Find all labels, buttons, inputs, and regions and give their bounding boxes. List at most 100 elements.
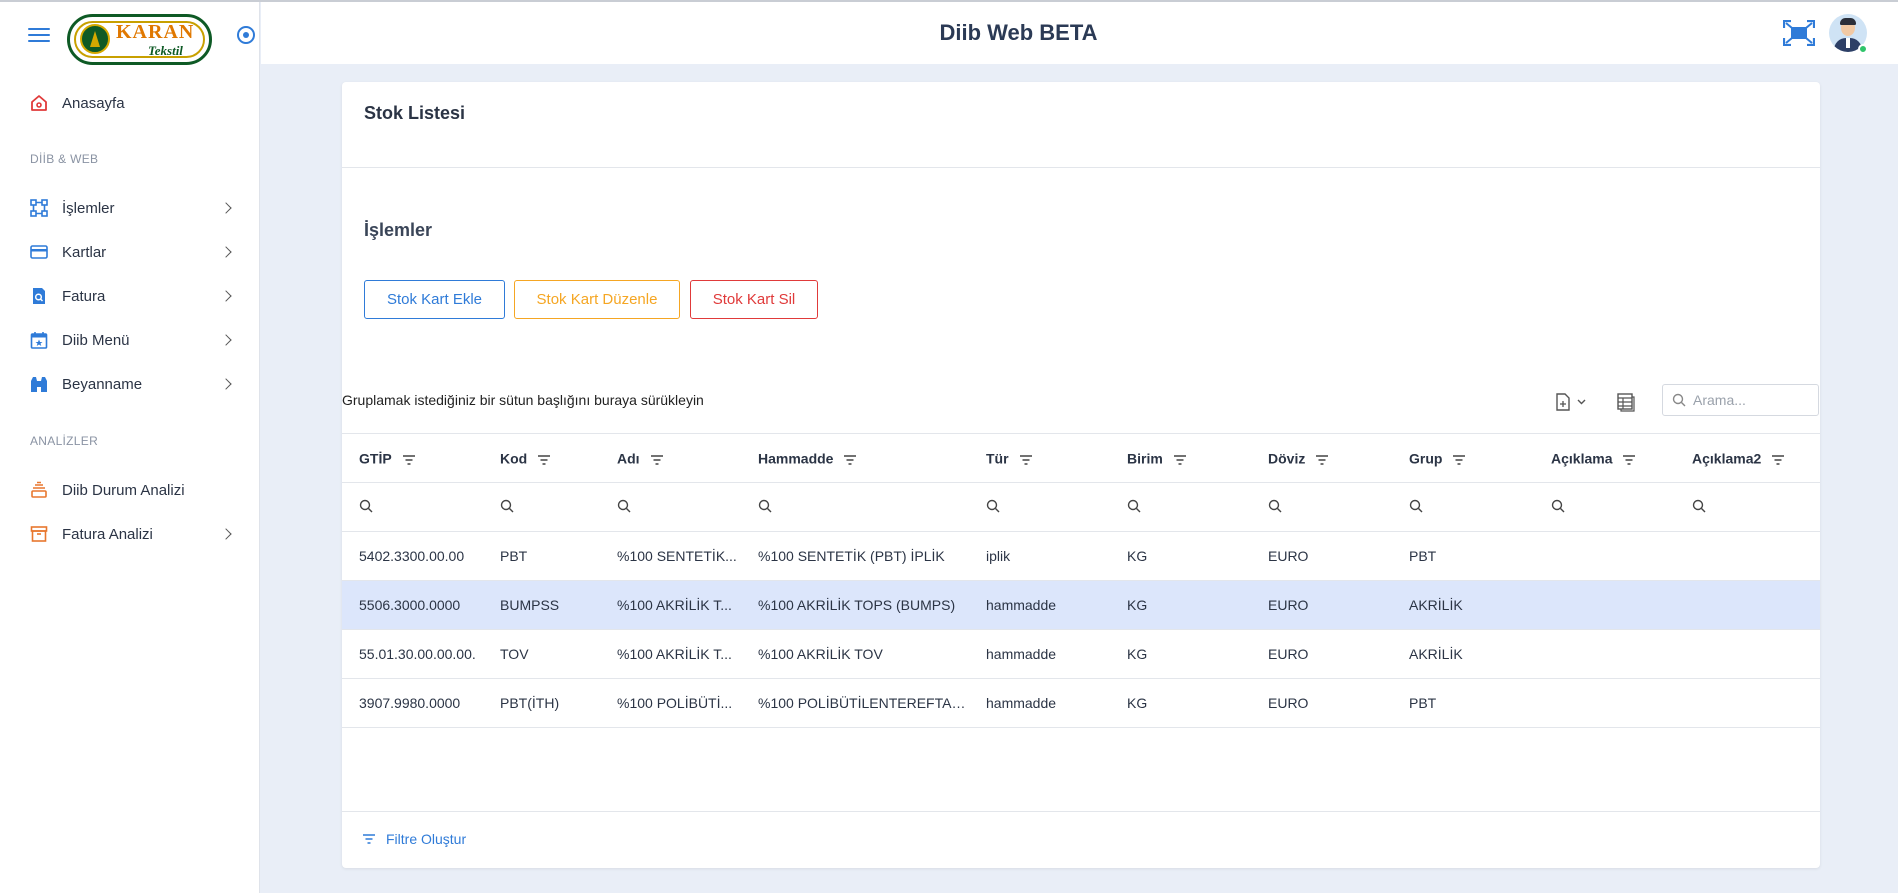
- column-header-label: Grup: [1409, 450, 1443, 467]
- online-status-dot: [1858, 44, 1868, 54]
- filter-builder-link[interactable]: Filtre Oluştur: [362, 831, 466, 847]
- table-cell: %100 AKRİLİK T...: [600, 580, 741, 630]
- table-row[interactable]: 55.01.30.00.00.00. TOV %100 AKRİLİK T... %1…: [342, 629, 1820, 679]
- add-stock-card-button[interactable]: Stok Kart Ekle: [364, 280, 505, 319]
- column-header[interactable]: Tür: [969, 433, 1110, 483]
- column-header[interactable]: Açıklama: [1534, 433, 1675, 483]
- column-search-cell[interactable]: [342, 482, 483, 532]
- column-filter-icon[interactable]: [402, 453, 416, 465]
- table-cell: PBT: [1392, 678, 1534, 728]
- invoice-search-icon: [33, 288, 45, 304]
- table-row[interactable]: 3907.9980.0000 PBT(İTH) %100 POLİBÜTİ... %1…: [342, 678, 1820, 728]
- search-input[interactable]: [1693, 390, 1813, 410]
- search-icon: [986, 499, 1000, 516]
- column-filter-icon[interactable]: [650, 453, 664, 465]
- column-header-label: GTİP: [359, 450, 392, 467]
- table-cell: %100 POLİBÜTİ...: [600, 678, 741, 728]
- chevron-right-icon: [220, 202, 232, 214]
- column-header-label: Hammadde: [758, 450, 834, 467]
- column-filter-icon[interactable]: [1452, 453, 1466, 465]
- table-row[interactable]: 5506.3000.0000 BUMPSS %100 AKRİLİK T... %10…: [342, 580, 1820, 630]
- column-search-cell[interactable]: [1675, 482, 1820, 532]
- header-row: GTİP Kod Adı Hammadde Tür Birim Döviz Grup Açıkl…: [342, 433, 1820, 483]
- search-box: [1662, 384, 1819, 416]
- sidebar-item-beyanname[interactable]: Beyanname: [0, 364, 259, 404]
- chevron-right-icon: [220, 246, 232, 258]
- column-search-cell[interactable]: [1251, 482, 1392, 532]
- sidebar-item-diib-durum-analizi[interactable]: Diib Durum Analizi: [0, 470, 259, 510]
- column-filter-icon[interactable]: [1771, 453, 1785, 465]
- sidebar-item-fatura[interactable]: Fatura: [0, 276, 259, 316]
- fullscreen-icon[interactable]: [1783, 20, 1815, 46]
- sidebar-section-analizler: ANALİZLER: [30, 434, 99, 448]
- home-icon: [31, 95, 47, 111]
- column-search-cell[interactable]: [969, 482, 1110, 532]
- table-cell: BUMPSS: [483, 580, 600, 630]
- column-header[interactable]: Kod: [483, 433, 600, 483]
- actions-section-title: İşlemler: [364, 220, 433, 240]
- sidebar-header: KARAN Tekstil: [0, 2, 259, 74]
- stock-table: GTİP Kod Adı Hammadde Tür Birim Döviz Grup Açıkl…: [342, 433, 1820, 728]
- column-header[interactable]: Döviz: [1251, 433, 1392, 483]
- sidebar-item-anasayfa[interactable]: Anasayfa: [0, 83, 259, 123]
- export-icon[interactable]: [1554, 391, 1590, 413]
- delete-stock-card-button[interactable]: Stok Kart Sil: [690, 280, 818, 319]
- column-filter-icon[interactable]: [1019, 453, 1033, 465]
- footer-divider: [342, 811, 1820, 812]
- column-filter-icon[interactable]: [1622, 453, 1636, 465]
- column-header-label: Açıklama2: [1692, 450, 1762, 467]
- app-title: Diib Web BETA: [939, 20, 1098, 45]
- sidebar-item-label: Diib Menü: [62, 331, 130, 349]
- logo-title: KARAN: [116, 21, 195, 43]
- column-search-cell[interactable]: [483, 482, 600, 532]
- column-header[interactable]: Birim: [1110, 433, 1251, 483]
- sidebar-pin-icon[interactable]: [237, 26, 255, 44]
- sidebar-item-label: Diib Durum Analizi: [62, 481, 185, 499]
- column-header[interactable]: Grup: [1392, 433, 1534, 483]
- sidebar-item-label: İşlemler: [62, 199, 115, 217]
- sidebar-item-fatura-analizi[interactable]: Fatura Analizi: [0, 514, 259, 554]
- group-panel[interactable]: Gruplamak istediğiniz bir sütun başlığın…: [342, 392, 704, 408]
- column-filter-icon[interactable]: [1173, 453, 1187, 465]
- table-cell: AKRİLİK: [1392, 580, 1534, 630]
- table-cell: %100 SENTETİK (PBT) İPLİK: [741, 531, 969, 581]
- edit-stock-card-button[interactable]: Stok Kart Düzenle: [514, 280, 680, 319]
- column-header[interactable]: GTİP: [342, 433, 483, 483]
- calendar-icon: [30, 332, 48, 349]
- hamburger-menu-icon[interactable]: [28, 24, 50, 46]
- company-logo[interactable]: KARAN Tekstil: [67, 14, 212, 65]
- column-chooser-icon[interactable]: [1615, 391, 1637, 413]
- table-cell: 5506.3000.0000: [342, 580, 483, 630]
- archive-icon: [30, 526, 48, 542]
- sidebar-item-islemler[interactable]: İşlemler: [0, 188, 259, 228]
- column-search-cell[interactable]: [1392, 482, 1534, 532]
- table-cell: 5402.3300.00.00: [342, 531, 483, 581]
- table-cell: EURO: [1251, 678, 1392, 728]
- column-header[interactable]: Açıklama2: [1675, 433, 1820, 483]
- column-filter-icon[interactable]: [537, 453, 551, 465]
- table-cell: [1675, 678, 1820, 728]
- sidebar-item-kartlar[interactable]: Kartlar: [0, 232, 259, 272]
- table-cell: TOV: [483, 629, 600, 679]
- table-row[interactable]: 5402.3300.00.00 PBT %100 SENTETİK... %100 S…: [342, 531, 1820, 581]
- column-filter-icon[interactable]: [843, 453, 857, 465]
- customs-icon: [31, 377, 47, 392]
- column-search-cell[interactable]: [600, 482, 741, 532]
- table-cell: [1534, 629, 1675, 679]
- filter-icon: [363, 834, 375, 844]
- column-header-label: Birim: [1127, 450, 1163, 467]
- table-cell: 3907.9980.0000: [342, 678, 483, 728]
- table-cell: KG: [1110, 531, 1251, 581]
- table-cell: [1675, 531, 1820, 581]
- credit-card-icon: [30, 245, 48, 259]
- table-cell: hammadde: [969, 580, 1110, 630]
- column-header[interactable]: Adı: [600, 433, 741, 483]
- column-search-cell[interactable]: [1534, 482, 1675, 532]
- column-search-cell[interactable]: [741, 482, 969, 532]
- column-search-cell[interactable]: [1110, 482, 1251, 532]
- workflow-icon: [30, 199, 48, 217]
- column-header[interactable]: Hammadde: [741, 433, 969, 483]
- table-cell: %100 AKRİLİK T...: [600, 629, 741, 679]
- sidebar-item-diib-menu[interactable]: Diib Menü: [0, 320, 259, 360]
- column-filter-icon[interactable]: [1315, 453, 1329, 465]
